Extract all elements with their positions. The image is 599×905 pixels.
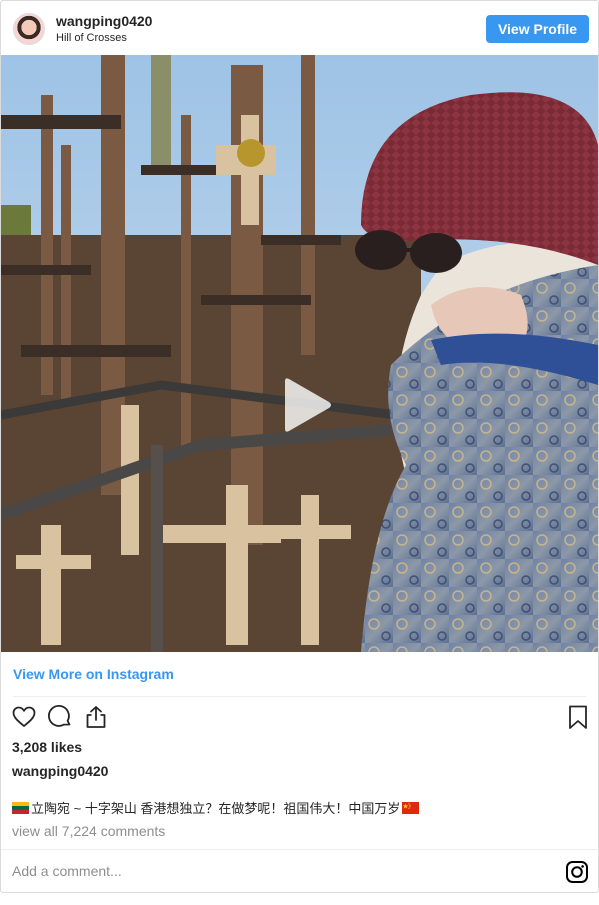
caption-text: 立陶宛 ~ 十字架山 香港想独立？在做梦呢！祖国伟大！中国万岁 <box>31 801 401 816</box>
post-header: wangping0420 Hill of Crosses View Profil… <box>1 1 598 55</box>
share-icon[interactable] <box>83 704 109 730</box>
caption-username[interactable]: wangping0420 <box>12 763 108 779</box>
heart-icon[interactable] <box>11 704 37 730</box>
caption: 立陶宛 ~ 十字架山 香港想独立？在做梦呢！祖国伟大！中国万岁 <box>12 798 420 817</box>
action-bar <box>11 704 589 730</box>
header-username[interactable]: wangping0420 <box>56 13 152 29</box>
post-media[interactable] <box>1 55 598 652</box>
likes-count[interactable]: 3,208 likes <box>12 739 82 755</box>
view-more-link[interactable]: View More on Instagram <box>13 666 174 682</box>
comment-icon[interactable] <box>47 704 73 730</box>
instagram-embed-card: wangping0420 Hill of Crosses View Profil… <box>0 0 599 893</box>
header-location[interactable]: Hill of Crosses <box>56 32 127 44</box>
post-photo <box>1 55 598 652</box>
bookmark-icon[interactable] <box>565 704 591 730</box>
china-flag-icon <box>402 801 420 814</box>
view-profile-button[interactable]: View Profile <box>486 15 589 43</box>
divider <box>13 696 586 697</box>
avatar[interactable] <box>13 13 45 45</box>
divider <box>1 849 598 850</box>
view-all-comments-link[interactable]: view all 7,224 comments <box>12 823 165 839</box>
lithuania-flag-icon <box>12 801 29 814</box>
add-comment-input[interactable] <box>12 859 512 883</box>
instagram-logo-icon[interactable] <box>565 860 589 884</box>
play-icon[interactable] <box>271 373 335 437</box>
